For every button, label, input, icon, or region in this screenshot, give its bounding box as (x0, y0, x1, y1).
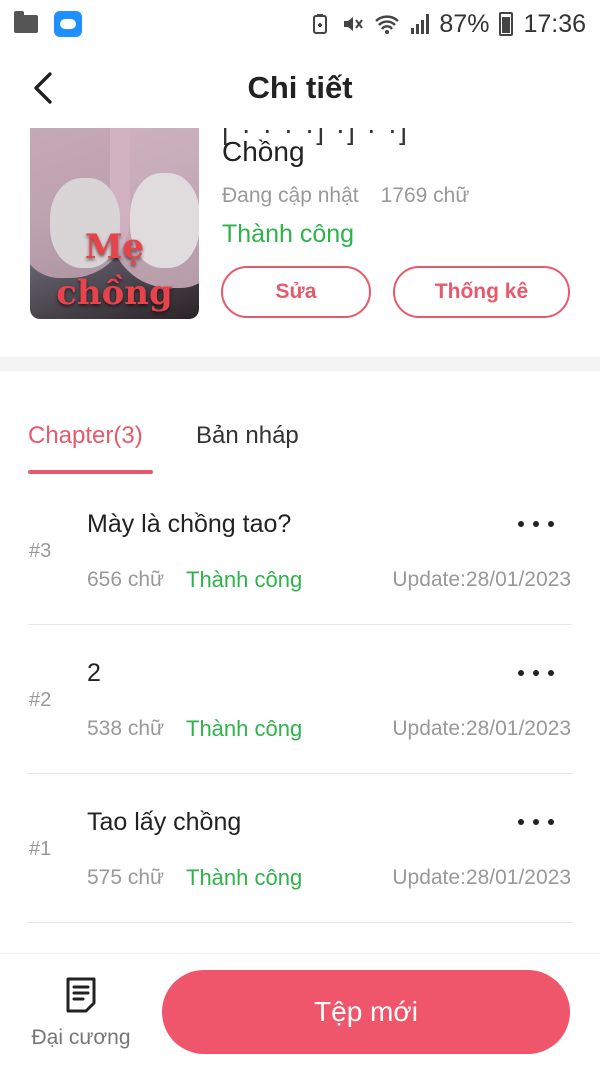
chapter-title: Mày là chồng tao? (87, 510, 292, 538)
battery-saver-icon (313, 14, 328, 34)
chapter-title: Tao lấy chồng (87, 808, 242, 836)
wifi-icon (375, 15, 400, 34)
outline-document-icon (66, 977, 96, 1013)
stats-button[interactable]: Thống kê (393, 266, 570, 318)
tab-chapter[interactable]: Chapter(3) (28, 422, 143, 450)
outline-label: Đại cương (31, 1026, 131, 1049)
cover-title-line: chồng (56, 273, 173, 313)
cover-title-line: Mẹ (84, 227, 145, 267)
chapter-update-date: Update:28/01/2023 (392, 717, 571, 740)
book-meta: Đang cập nhật 1769 chữ (222, 184, 469, 208)
chapter-list: #3 Mày là chồng tao? 656 chữ Thành công … (0, 476, 600, 923)
chapter-title: 2 (87, 659, 101, 687)
chapter-row[interactable]: #1 Tao lấy chồng 575 chữ Thành công Upda… (0, 774, 600, 923)
more-options-icon[interactable] (518, 810, 554, 834)
tab-bar: Chapter(3) Bản nháp (0, 400, 600, 476)
tab-indicator (28, 470, 153, 474)
cloud-upload-icon (54, 11, 82, 37)
chapter-word-count: 538 chữ (87, 717, 165, 740)
clock: 17:36 (523, 9, 586, 38)
mute-icon (344, 17, 364, 31)
chapter-number: #2 (29, 689, 52, 711)
chapter-number: #3 (29, 540, 52, 562)
chapter-status: Thành công (186, 716, 303, 741)
more-options-icon[interactable] (518, 512, 554, 536)
section-divider (0, 357, 600, 371)
book-cover[interactable]: Mẹ chồng (30, 128, 199, 319)
chapter-word-count: 575 chữ (87, 866, 165, 889)
cover-title: Mẹ chồng (30, 224, 199, 316)
chapter-status: Thành công (186, 567, 303, 592)
signal-icon (411, 14, 430, 34)
chapter-row[interactable]: #3 Mày là chồng tao? 656 chữ Thành công … (0, 476, 600, 625)
chapter-update-date: Update:28/01/2023 (392, 568, 571, 591)
tab-draft[interactable]: Bản nháp (196, 422, 299, 450)
app-header: Chi tiết (0, 50, 600, 128)
status-bar: 87% 17:36 (0, 0, 600, 48)
word-count: 1769 chữ (380, 184, 470, 207)
battery-icon (499, 12, 514, 36)
folder-icon (14, 11, 38, 33)
outline-button[interactable]: Đại cương (22, 972, 140, 1054)
edit-button[interactable]: Sửa (221, 266, 371, 318)
book-info: Mẹ chồng [ · · · ·] ·] · ·] Chồng Đang c… (0, 128, 600, 358)
bottom-bar: Đại cương Tệp mới (0, 953, 600, 1067)
chapter-row[interactable]: #2 2 538 chữ Thành công Update:28/01/202… (0, 625, 600, 774)
chapter-update-date: Update:28/01/2023 (392, 866, 571, 889)
battery-percent: 87% (439, 9, 490, 38)
chapter-word-count: 656 chữ (87, 568, 165, 591)
review-status: Thành công (222, 220, 355, 248)
chapter-number: #1 (29, 838, 52, 860)
book-title: Chồng (222, 136, 305, 167)
page-title: Chi tiết (247, 70, 353, 105)
new-file-button[interactable]: Tệp mới (162, 970, 570, 1054)
more-options-icon[interactable] (518, 661, 554, 685)
chapter-status: Thành công (186, 865, 303, 890)
update-status: Đang cập nhật (222, 184, 359, 207)
